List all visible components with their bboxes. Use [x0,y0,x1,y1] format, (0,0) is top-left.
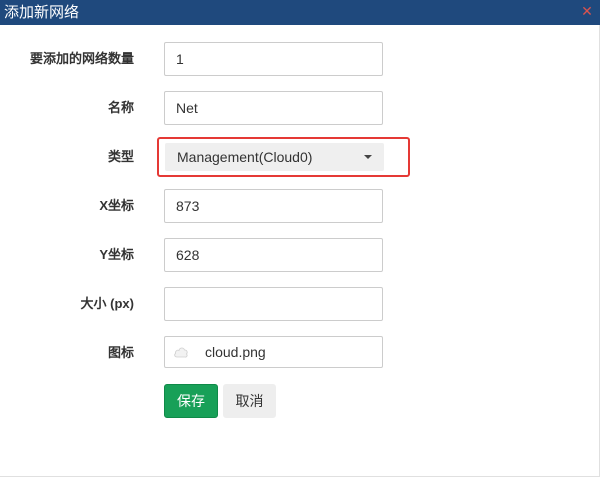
x-coordinate-input[interactable] [164,189,383,223]
name-row: 名称 [0,91,600,125]
size-input[interactable] [164,287,383,321]
x-row: X坐标 [0,189,600,223]
type-label: 类型 [107,149,134,164]
type-highlight-box: Management(Cloud0) [157,137,410,177]
x-label: X坐标 [99,198,134,213]
name-input[interactable] [164,91,383,125]
button-row: 保存 取消 [0,384,600,418]
y-label: Y坐标 [99,247,134,262]
dialog-titlebar[interactable]: 添加新网络 ✕ [0,0,600,25]
dialog-title: 添加新网络 [4,4,80,21]
save-button[interactable]: 保存 [164,384,218,418]
cloud-icon [174,347,188,358]
chevron-down-icon [364,155,372,159]
count-row: 要添加的网络数量 [0,42,600,76]
icon-row: 图标 cloud.png [0,336,600,370]
icon-filename: cloud.png [205,344,266,360]
type-row: 类型 Management(Cloud0) [0,137,600,177]
type-select[interactable]: Management(Cloud0) [165,143,384,171]
type-select-value: Management(Cloud0) [177,149,313,165]
icon-picker[interactable]: cloud.png [164,336,383,368]
icon-label: 图标 [107,345,134,360]
count-label: 要添加的网络数量 [29,51,134,66]
size-row: 大小 (px) [0,287,600,321]
y-coordinate-input[interactable] [164,238,383,272]
count-input[interactable] [164,42,383,76]
add-network-dialog: 添加新网络 ✕ 要添加的网络数量 名称 类型 Management(Cloud0… [0,0,600,477]
cancel-button[interactable]: 取消 [223,384,276,418]
y-row: Y坐标 [0,238,600,272]
size-label: 大小 (px) [80,296,134,311]
close-icon[interactable]: ✕ [580,4,594,18]
name-label: 名称 [107,100,134,115]
